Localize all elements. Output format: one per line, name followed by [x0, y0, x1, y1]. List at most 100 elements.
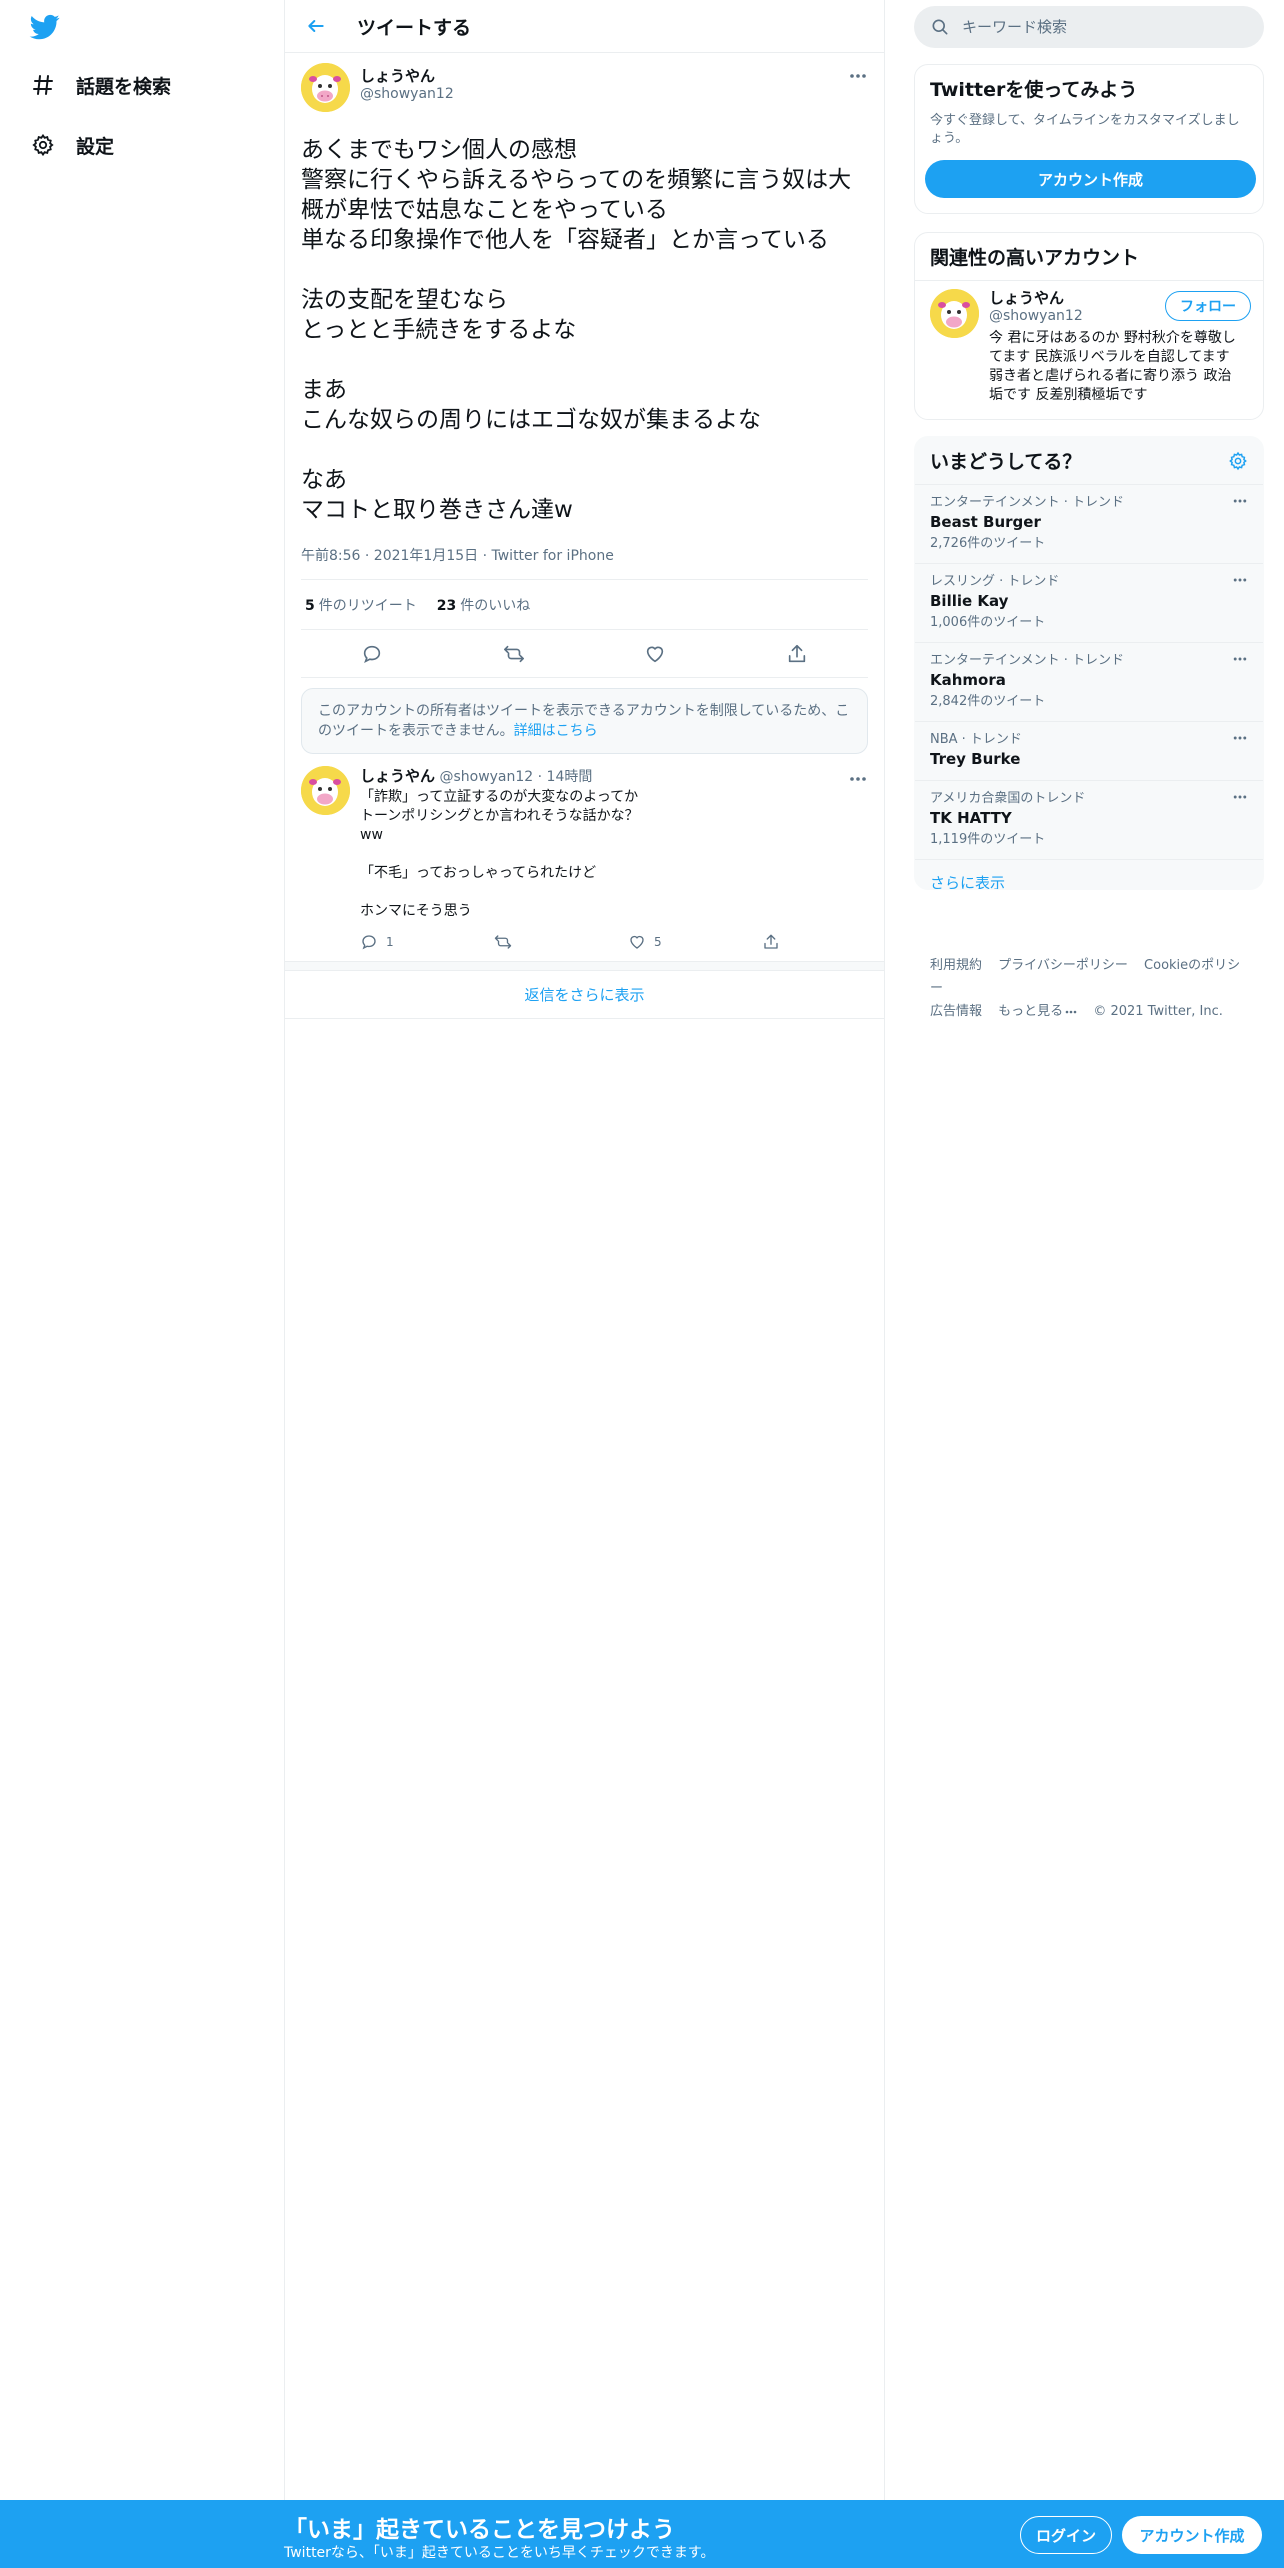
- share-icon: [788, 644, 806, 662]
- trends-title: いまどうしてる？: [930, 451, 1082, 473]
- twitter-logo-icon[interactable]: [28, 12, 62, 42]
- author-name[interactable]: しょうやん: [360, 67, 454, 85]
- reply-author-handle[interactable]: @showyan12: [439, 769, 533, 785]
- signup-card-button[interactable]: アカウント作成: [925, 160, 1256, 198]
- trends-show-more-link[interactable]: さらに表示: [915, 860, 1263, 889]
- retweet-button[interactable]: [497, 637, 531, 671]
- cow-avatar-icon: [301, 63, 350, 112]
- reply-reply-button[interactable]: 1: [360, 933, 494, 951]
- reply-header: しょうやん @showyan12 · 14時間: [360, 766, 868, 787]
- tweet-actions: [301, 630, 868, 678]
- terms-link[interactable]: 利用規約: [930, 958, 982, 973]
- more-options-icon[interactable]: [1231, 497, 1249, 505]
- search-input[interactable]: [962, 18, 1242, 36]
- trend-count: 1,119件のツイート: [930, 832, 1046, 847]
- gear-icon: [28, 130, 58, 160]
- more-options-icon[interactable]: [1231, 576, 1249, 584]
- reply-reply-count: 1: [386, 935, 394, 949]
- trend-category: NBA · トレンド: [930, 732, 1022, 747]
- reply-retweet-button[interactable]: [494, 933, 628, 951]
- privacy-link[interactable]: プライバシーポリシー: [998, 958, 1128, 973]
- reply-text: 「詐欺」って立証するのが大変なのよってか トーンポリシングとか言われそうな話かな…: [360, 789, 639, 919]
- trend-count: 2,726件のツイート: [930, 536, 1046, 551]
- nav-explore[interactable]: 話題を検索: [28, 65, 171, 105]
- trends-card: いまどうしてる？ エンターテインメント · トレンド Beast Burger …: [914, 436, 1264, 890]
- like-count-label: 件のいいね: [460, 597, 531, 614]
- related-account-row[interactable]: しょうやん @showyan12 今 君に牙はあるのか 野村秋介を尊敬してます …: [915, 281, 1263, 413]
- reply-icon: [362, 935, 376, 950]
- trend-item[interactable]: レスリング · トレンド Billie Kay 1,006件のツイート: [915, 564, 1263, 643]
- nav-settings-label: 設定: [76, 135, 115, 158]
- back-button[interactable]: [301, 11, 331, 41]
- related-bio: 今 君に牙はあるのか 野村秋介を尊敬してます 民族派リベラルを自認してます 弱き…: [989, 330, 1236, 403]
- reply-like-button[interactable]: 5: [628, 933, 762, 951]
- ads-link[interactable]: 広告情報: [930, 1004, 982, 1019]
- arrow-left-icon: [308, 20, 324, 32]
- more-options-icon[interactable]: [1231, 793, 1249, 801]
- reply-time[interactable]: · 14時間: [538, 769, 593, 785]
- nav-settings[interactable]: 設定: [28, 125, 114, 165]
- retweet-count-label: 件のリツイート: [318, 597, 417, 614]
- page-header: ツイートする: [285, 0, 884, 53]
- retweet-count-value: 5: [305, 597, 315, 614]
- related-accounts-card: 関連性の高いアカウント しょうやん @showyan12 今 君に牙はあるのか …: [914, 232, 1264, 420]
- tweet-timestamp[interactable]: 午前8:56 · 2021年1月15日 · Twitter for iPhone: [301, 545, 868, 580]
- trend-category: エンターテインメント · トレンド: [930, 653, 1125, 668]
- more-options-icon[interactable]: [848, 71, 868, 81]
- retweet-count[interactable]: 5 件のリツイート: [305, 595, 417, 615]
- more-options-icon[interactable]: [848, 774, 868, 784]
- trend-item[interactable]: エンターテインメント · トレンド Beast Burger 2,726件のツイ…: [915, 485, 1263, 564]
- cow-avatar-icon: [301, 766, 350, 815]
- trend-name: Kahmora: [930, 671, 1006, 689]
- tweet-stats: 5 件のリツイート 23 件のいいね: [301, 580, 868, 630]
- share-button[interactable]: [780, 637, 814, 671]
- like-button[interactable]: [638, 637, 672, 671]
- trend-item[interactable]: アメリカ合衆国のトレンド TK HATTY 1,119件のツイート: [915, 781, 1263, 860]
- show-more-replies-button[interactable]: 返信をさらに表示: [285, 971, 884, 1019]
- banner-title: 「いま」起きていることを見つけよう: [284, 2517, 675, 2543]
- more-dots-icon: [1065, 1010, 1077, 1014]
- trend-count: 1,006件のツイート: [930, 615, 1046, 630]
- trend-category: レスリング · トレンド: [930, 574, 1060, 589]
- reply-tweet[interactable]: しょうやん @showyan12 · 14時間 「詐欺」って立証するのが大変なの…: [285, 754, 884, 953]
- signup-banner: 「いま」起きていることを見つけよう Twitterなら、「いま」起きていることを…: [0, 2500, 1284, 2568]
- trend-item[interactable]: エンターテインメント · トレンド Kahmora 2,842件のツイート: [915, 643, 1263, 722]
- login-button[interactable]: ログイン: [1020, 2516, 1112, 2554]
- retweet-icon: [503, 645, 524, 662]
- like-count[interactable]: 23 件のいいね: [437, 595, 530, 615]
- main-column: ツイートする しょうやん @showyan12 あくまでもワシ個人の感想 警察に…: [284, 0, 885, 2500]
- footer-links: 利用規約 プライバシーポリシー Cookieのポリシー 広告情報 もっと見る ©…: [930, 954, 1260, 1023]
- signup-card: Twitterを使ってみよう 今すぐ登録して、タイムラインをカスタマイズしましょ…: [914, 64, 1264, 214]
- more-link[interactable]: もっと見る: [998, 1004, 1077, 1019]
- signup-button[interactable]: アカウント作成: [1122, 2516, 1262, 2554]
- trend-item[interactable]: NBA · トレンド Trey Burke: [915, 722, 1263, 781]
- reply-share-button[interactable]: [762, 933, 780, 951]
- like-count-value: 23: [436, 597, 457, 614]
- search-box[interactable]: [914, 6, 1264, 48]
- restricted-notice: このアカウントの所有者はツイートを表示できるアカウントを制限しているため、このツ…: [301, 688, 868, 754]
- reply-button[interactable]: [355, 637, 389, 671]
- trend-count: 2,842件のツイート: [930, 694, 1046, 709]
- more-link-label: もっと見る: [998, 1004, 1064, 1019]
- more-options-icon[interactable]: [1231, 734, 1249, 742]
- reply-avatar[interactable]: [301, 766, 350, 815]
- related-accounts-title: 関連性の高いアカウント: [915, 233, 1263, 281]
- follow-button[interactable]: フォロー: [1165, 291, 1251, 321]
- trend-category: アメリカ合衆国のトレンド: [930, 791, 1086, 806]
- more-options-icon[interactable]: [1231, 655, 1249, 663]
- learn-more-link[interactable]: 詳細はこちら: [514, 723, 598, 739]
- gear-icon[interactable]: [1228, 451, 1248, 471]
- related-avatar[interactable]: [930, 289, 979, 338]
- reply-author-name[interactable]: しょうやん: [360, 767, 435, 785]
- hashtag-icon: [28, 70, 58, 100]
- trend-category: エンターテインメント · トレンド: [930, 495, 1125, 510]
- signup-card-title: Twitterを使ってみよう: [930, 79, 1138, 101]
- nav-explore-label: 話題を検索: [76, 75, 172, 98]
- main-tweet: しょうやん @showyan12 あくまでもワシ個人の感想 警察に行くやら訴える…: [285, 53, 884, 678]
- retweet-icon: [494, 935, 512, 949]
- search-icon: [932, 19, 948, 35]
- avatar[interactable]: [301, 63, 350, 112]
- author-handle[interactable]: @showyan12: [360, 85, 454, 103]
- trend-name: Billie Kay: [930, 592, 1009, 610]
- cow-avatar-icon: [930, 289, 979, 338]
